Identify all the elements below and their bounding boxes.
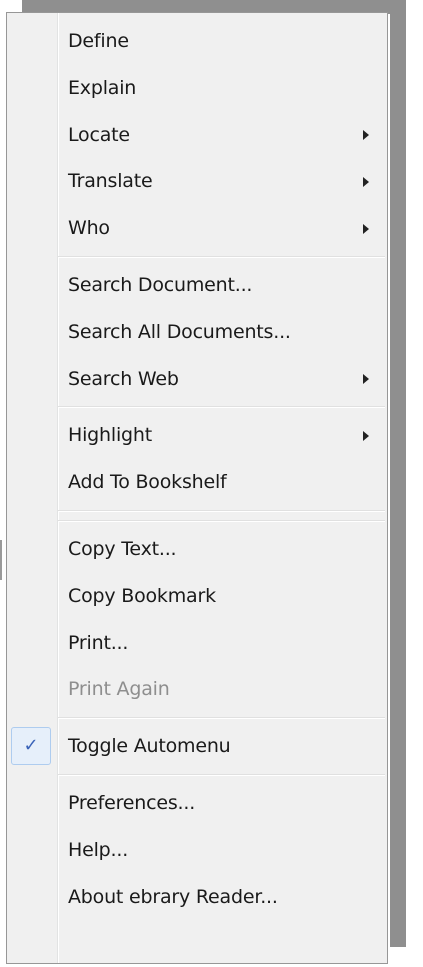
- menu-separator: [7, 402, 387, 412]
- menu-item-locate[interactable]: Locate: [7, 112, 387, 159]
- menu-item-add-to-bookshelf[interactable]: Add To Bookshelf: [7, 459, 387, 506]
- menu-item-search-all-documents[interactable]: Search All Documents...: [7, 309, 387, 356]
- menu-drop-shadow-right: [390, 0, 406, 947]
- submenu-arrow-icon: [363, 129, 369, 140]
- menu-group: Highlight Add To Bookshelf: [7, 412, 387, 506]
- menu-separator: [7, 506, 387, 516]
- submenu-arrow-icon: [363, 373, 369, 384]
- menu-group: Define Explain Locate Translate Who: [7, 18, 387, 252]
- menu-item-label: Print...: [68, 631, 129, 654]
- menu-item-copy-bookmark[interactable]: Copy Bookmark: [7, 573, 387, 620]
- checkmark-highlight: ✓: [11, 727, 51, 766]
- menu-item-print-again: Print Again: [7, 666, 387, 713]
- menu-group: ✓ Toggle Automenu: [7, 723, 387, 770]
- menu-item-label: Copy Bookmark: [68, 584, 216, 607]
- context-menu: Define Explain Locate Translate Who Search Do…: [6, 12, 388, 964]
- menu-item-explain[interactable]: Explain: [7, 65, 387, 112]
- menu-separator: [7, 713, 387, 723]
- menu-item-who[interactable]: Who: [7, 205, 387, 252]
- menu-item-copy-text[interactable]: Copy Text...: [7, 526, 387, 573]
- menu-item-preferences[interactable]: Preferences...: [7, 780, 387, 827]
- background-edge-mark: [0, 540, 2, 580]
- checkmark-icon: ✓: [23, 735, 39, 757]
- menu-item-about-ebrary-reader[interactable]: About ebrary Reader...: [7, 874, 387, 921]
- menu-group: Search Document... Search All Documents..…: [7, 262, 387, 402]
- menu-item-label: Who: [68, 217, 110, 240]
- menu-item-label: Preferences...: [68, 791, 196, 814]
- submenu-arrow-icon: [363, 176, 369, 187]
- menu-item-help[interactable]: Help...: [7, 827, 387, 874]
- menu-item-label: Locate: [68, 123, 130, 146]
- menu-item-label: Help...: [68, 838, 129, 861]
- menu-item-label: Toggle Automenu: [68, 735, 231, 758]
- menu-item-highlight[interactable]: Highlight: [7, 412, 387, 459]
- menu-item-label: Translate: [68, 170, 153, 193]
- menu-body: Define Explain Locate Translate Who Search Do…: [7, 18, 387, 920]
- menu-item-label: About ebrary Reader...: [68, 885, 278, 908]
- menu-group: Preferences... Help... About ebrary Reader…: [7, 780, 387, 920]
- menu-item-toggle-automenu[interactable]: ✓ Toggle Automenu: [7, 723, 387, 770]
- menu-group: Copy Text... Copy Bookmark Print... Print A…: [7, 526, 387, 713]
- menu-item-label: Print Again: [68, 678, 170, 701]
- menu-item-translate[interactable]: Translate: [7, 158, 387, 205]
- menu-item-search-document[interactable]: Search Document...: [7, 262, 387, 309]
- menu-separator: [7, 516, 387, 526]
- menu-item-label: Add To Bookshelf: [68, 471, 227, 494]
- menu-item-label: Search Document...: [68, 273, 253, 296]
- menu-item-label: Copy Text...: [68, 537, 177, 560]
- menu-item-print[interactable]: Print...: [7, 620, 387, 667]
- menu-item-label: Search Web: [68, 367, 179, 390]
- submenu-arrow-icon: [363, 223, 369, 234]
- menu-item-label: Highlight: [68, 424, 152, 447]
- menu-item-define[interactable]: Define: [7, 18, 387, 65]
- menu-item-search-web[interactable]: Search Web: [7, 356, 387, 403]
- menu-separator: [7, 770, 387, 780]
- menu-item-label: Search All Documents...: [68, 320, 291, 343]
- menu-item-label: Define: [68, 30, 129, 52]
- menu-item-label: Explain: [68, 76, 137, 99]
- menu-separator: [7, 252, 387, 262]
- submenu-arrow-icon: [363, 430, 369, 441]
